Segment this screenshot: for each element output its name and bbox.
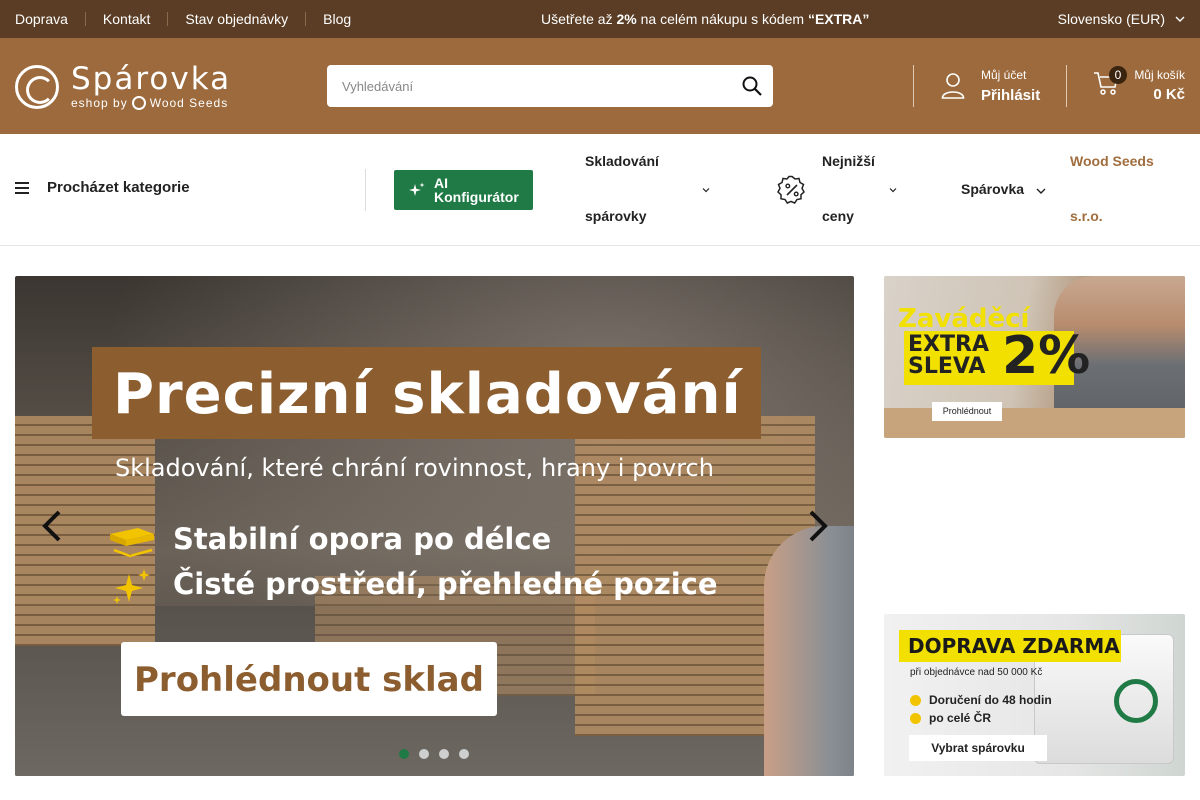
plank-icon	[110, 528, 154, 558]
slider-prev-arrow-icon[interactable]	[39, 508, 67, 544]
banner-shipping-item-label: po celé ČR	[929, 711, 992, 725]
promo-percent: 2%	[616, 11, 637, 27]
wood-seeds-logo-icon	[1114, 679, 1158, 723]
promo-banner-free-shipping[interactable]: DOPRAVA ZDARMA při objednávce nad 50 000…	[884, 614, 1185, 776]
account-small-label: Můj účet	[981, 68, 1027, 82]
language-label: Slovensko (EUR)	[1057, 11, 1165, 27]
search-box	[327, 65, 773, 107]
chevron-down-icon	[1175, 16, 1185, 22]
discount-badge-icon	[777, 175, 805, 204]
top-link-blog[interactable]: Blog	[305, 12, 368, 26]
nav-item-label: s.r.o.	[1070, 208, 1103, 224]
view-warehouse-button[interactable]: Prohlédnout sklad	[121, 642, 497, 716]
nav-item-label: Nejnižší	[822, 153, 875, 169]
wood-seeds-logo-icon	[131, 96, 146, 110]
banner-shipping-subtitle: při objednávce nad 50 000 Kč	[910, 667, 1043, 678]
search-icon[interactable]	[741, 75, 763, 97]
banner-shipping-title: DOPRAVA ZDARMA	[908, 634, 1120, 658]
hero-person	[764, 526, 854, 776]
slider-dot[interactable]	[399, 749, 409, 759]
top-bar: Doprava Kontakt Stav objednávky Blog Uše…	[0, 0, 1200, 38]
banner-promo-percent: 2%	[1002, 326, 1091, 386]
nav-item-label: Skladování	[585, 153, 659, 169]
logo-title: Spárovka	[71, 61, 232, 97]
slider-dot[interactable]	[419, 749, 429, 759]
nav-item-wood-seeds[interactable]: Wood Seeds s.r.o.	[1070, 134, 1180, 244]
banner-shipping-item: Doručení do 48 hodin	[910, 693, 1052, 707]
logo-sub-text: eshop by	[71, 96, 128, 110]
header-divider	[913, 65, 914, 107]
slider-dot[interactable]	[459, 749, 469, 759]
nav-item-label: ceny	[822, 208, 854, 224]
hero-title: Precizní skladování	[113, 362, 742, 427]
main-header: Spárovka eshop by Wood Seeds Můj účet Při…	[0, 38, 1200, 134]
banner-shipping-item: po celé ČR	[910, 711, 991, 725]
user-icon	[941, 73, 965, 99]
chevron-down-icon	[889, 188, 897, 193]
ai-configurator-label: AI Konfigurátor	[434, 175, 519, 205]
top-link-kontakt[interactable]: Kontakt	[84, 12, 167, 26]
slider-dots	[399, 749, 469, 759]
nav-item-skladovani[interactable]: Skladování spárovky	[585, 134, 715, 244]
browse-categories-label: Procházet kategorie	[47, 179, 190, 196]
nav-item-label: spárovky	[585, 208, 647, 224]
clock-icon	[910, 694, 921, 706]
location-pin-icon	[910, 712, 921, 724]
nav-item-label: Wood Seeds	[1070, 153, 1154, 169]
browse-categories-button[interactable]: Procházet kategorie	[15, 179, 190, 196]
promo-code: “EXTRA”	[807, 11, 870, 27]
sparkle-icon	[113, 569, 150, 604]
nav-item-sparovka[interactable]: Spárovka	[961, 162, 1051, 217]
nav-item-nejnizsi-ceny[interactable]: Nejnižší ceny	[822, 134, 902, 244]
slider-next-arrow-icon[interactable]	[803, 508, 831, 544]
logo-text: Spárovka eshop by Wood Seeds	[71, 64, 231, 110]
banner-table	[884, 408, 1185, 438]
top-links: Doprava Kontakt Stav objednávky Blog	[15, 0, 368, 38]
account-text: Můj účet Přihlásit	[981, 68, 1040, 104]
logo-mark-icon	[15, 65, 59, 109]
account-login-label: Přihlásit	[981, 87, 1041, 104]
header-divider	[1066, 65, 1067, 107]
banner-shipping-button[interactable]: Vybrat spárovku	[909, 735, 1047, 761]
hero-feature-2: Čisté prostředí, přehledné pozice	[173, 567, 718, 601]
slider-dot[interactable]	[439, 749, 449, 759]
nav-divider	[365, 169, 366, 211]
logo-brand: Wood Seeds	[149, 96, 229, 110]
cart-label: Můj košík	[1134, 68, 1185, 82]
cart-link[interactable]: 0 Můj košík 0 Kč	[1093, 66, 1185, 106]
hero-subtitle: Skladování, které chrání rovinnost, hran…	[115, 454, 714, 482]
banner-promo-button[interactable]: Prohlédnout	[932, 402, 1002, 421]
ai-configurator-button[interactable]: AI Konfigurátor	[394, 170, 533, 210]
logo-subtitle: eshop by Wood Seeds	[71, 96, 231, 110]
language-selector[interactable]: Slovensko (EUR)	[1058, 0, 1185, 38]
search-input[interactable]	[327, 65, 727, 107]
promo-text-2: na celém nákupu s kódem	[636, 11, 808, 27]
top-link-stav-objednavky[interactable]: Stav objednávky	[167, 12, 305, 26]
hero-slider[interactable]: Precizní skladování Skladování, které ch…	[15, 276, 854, 776]
top-link-doprava[interactable]: Doprava	[15, 12, 85, 26]
hero-cta-label: Prohlédnout sklad	[134, 660, 484, 700]
cart-total: 0 Kč	[1153, 86, 1185, 103]
hero-feature-1: Stabilní opora po délce	[173, 522, 552, 556]
promo-banner-extra-discount[interactable]: Zaváděcí EXTRA SLEVA 2% Prohlédnout	[884, 276, 1185, 438]
cart-count-badge: 0	[1109, 66, 1127, 84]
sparkle-icon	[409, 182, 425, 196]
promo-message: Ušetřete až 2% na celém nákupu s kódem “…	[541, 11, 869, 27]
chevron-down-icon	[702, 188, 710, 193]
banner-shipping-item-label: Doručení do 48 hodin	[929, 693, 1052, 707]
promo-text-1: Ušetřete až	[541, 11, 617, 27]
main-navigation: Procházet kategorie AI Konfigurátor Skla…	[0, 134, 1200, 246]
chevron-down-icon	[1036, 188, 1046, 194]
menu-icon	[15, 181, 29, 194]
account-link[interactable]: Můj účet Přihlásit	[941, 66, 1040, 106]
site-logo[interactable]: Spárovka eshop by Wood Seeds	[15, 64, 235, 110]
